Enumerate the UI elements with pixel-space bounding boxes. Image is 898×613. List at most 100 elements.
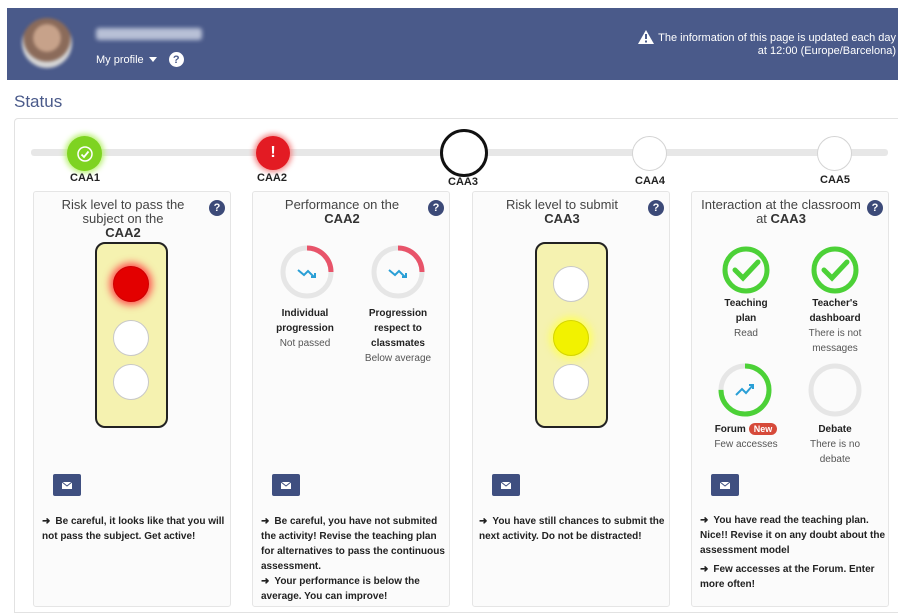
item-name: Teaching: [724, 298, 768, 309]
card-title: Performance on the CAA2: [259, 198, 425, 226]
timeline-node-caa1[interactable]: [67, 136, 102, 171]
card-risk-pass: Risk level to pass the subject on the CA…: [33, 191, 231, 607]
card-title-text: Risk level to submit: [506, 197, 618, 212]
card-message: ➜ Be careful, you have not submited the a…: [261, 514, 449, 604]
timeline-node-caa5[interactable]: [817, 136, 852, 171]
message-item: ➜ Be careful, you have not submited the a…: [261, 514, 449, 574]
timeline-node-caa4[interactable]: [632, 136, 667, 171]
avatar[interactable]: [22, 18, 72, 68]
card-risk-submit: Risk level to submit CAA3 ? ➜ You have st…: [472, 191, 670, 607]
envelope-icon: [501, 481, 511, 489]
card-message-text: Few accesses at the Forum. Enter more of…: [700, 564, 875, 590]
help-icon[interactable]: ?: [867, 200, 883, 216]
card-message-text: Your performance is below the average. Y…: [261, 576, 420, 602]
card-title: Risk level to submit CAA3: [479, 198, 645, 226]
gauge-label-classmates: Progression respect to classmates Below …: [358, 306, 438, 366]
lamp-off: [113, 364, 149, 400]
info-line-2: at 12:00 (Europe/Barcelona): [757, 45, 896, 57]
card-title: Risk level to pass the subject on the CA…: [40, 198, 206, 240]
arrow-right-icon: ➜: [261, 576, 270, 587]
gauge-status: Below average: [364, 353, 432, 364]
arrow-right-icon: ➜: [479, 516, 488, 527]
gauge-individual-progression: [280, 245, 334, 299]
item-forum[interactable]: Forum New Few accesses: [702, 422, 790, 452]
timeline-node-caa3[interactable]: [440, 129, 488, 177]
gauge-label-individual: Individual progression Not passed: [265, 306, 345, 351]
item-status: debate: [819, 454, 851, 465]
check-icon: [722, 246, 770, 294]
message-item: ➜ Few accesses at the Forum. Enter more o…: [700, 562, 888, 592]
timeline-node-caa2[interactable]: !: [256, 136, 290, 170]
new-badge: New: [748, 423, 778, 435]
item-debate[interactable]: Debate There is no debate: [795, 422, 875, 467]
lamp-yellow-on: [553, 320, 589, 356]
card-message: ➜ You have still chances to submit the ne…: [479, 514, 669, 544]
lamp-off: [553, 266, 589, 302]
card-title-text: Risk level to pass the subject on the: [61, 197, 185, 226]
page-title: Status: [14, 92, 63, 111]
message-item: ➜ You have read the teaching plan. Nice!!…: [700, 513, 888, 558]
item-status: Read: [734, 328, 758, 339]
lamp-off: [553, 364, 589, 400]
item-teaching-plan[interactable]: Teaching plan Read: [706, 296, 786, 341]
card-message: ➜ You have read the teaching plan. Nice!!…: [700, 513, 888, 592]
card-message-text: You have still chances to submit the nex…: [479, 516, 665, 542]
caret-down-icon[interactable]: [148, 57, 157, 62]
my-profile-label[interactable]: My profile: [96, 54, 144, 66]
item-status: messages: [812, 343, 858, 354]
envelope-icon: [720, 481, 730, 489]
gauge-status: Not passed: [279, 338, 331, 349]
email-button[interactable]: [53, 474, 81, 496]
card-message-text: Be careful, it looks like that you will …: [42, 516, 225, 542]
arrow-right-icon: ➜: [42, 516, 51, 527]
update-info: The information of this page is updated …: [638, 30, 896, 58]
help-icon[interactable]: ?: [168, 52, 184, 67]
email-button[interactable]: [711, 474, 739, 496]
debate-empty-icon: [808, 363, 862, 417]
card-performance: Performance on the CAA2 ? Individual pro…: [252, 191, 450, 607]
item-status: There is not: [808, 328, 862, 339]
check-icon: [811, 246, 859, 294]
card-interaction: Interaction at the classroom at CAA3 ? T…: [691, 191, 889, 607]
info-line-1: The information of this page is updated …: [658, 32, 896, 44]
lamp-off: [113, 320, 149, 356]
user-name-blurred: [96, 28, 202, 40]
card-title-activity: CAA2: [105, 225, 141, 240]
arrow-right-icon: ➜: [700, 564, 709, 575]
item-name: plan: [735, 313, 757, 324]
top-header: My profile ? The information of this pag…: [7, 8, 898, 80]
item-name: Debate: [818, 424, 852, 435]
timeline-label-caa2: CAA2: [257, 172, 287, 184]
timeline-label-caa3: CAA3: [448, 176, 478, 188]
help-icon[interactable]: ?: [648, 200, 664, 216]
email-button[interactable]: [492, 474, 520, 496]
item-status: There is no: [809, 439, 861, 450]
forum-trend-icon: [718, 363, 772, 417]
envelope-icon: [281, 481, 291, 489]
gauge-name: Progression respect to classmates: [368, 308, 428, 349]
gauge-name: Individual progression: [276, 308, 334, 334]
item-teacher-dashboard[interactable]: Teacher's dashboard There is not message…: [795, 296, 875, 356]
traffic-light: [95, 242, 168, 428]
traffic-light: [535, 242, 608, 428]
timeline-label-caa4: CAA4: [635, 175, 665, 187]
help-icon[interactable]: ?: [209, 200, 225, 216]
help-icon[interactable]: ?: [428, 200, 444, 216]
message-item: ➜ Your performance is below the average. …: [261, 574, 449, 604]
item-name: dashboard: [809, 313, 861, 324]
card-title: Interaction at the classroom at CAA3: [698, 198, 864, 226]
card-title-text: Performance on the: [284, 197, 400, 212]
envelope-icon: [62, 481, 72, 489]
lamp-red-on: [113, 266, 149, 302]
arrow-right-icon: ➜: [700, 515, 709, 526]
card-title-activity: CAA3: [544, 211, 580, 226]
email-button[interactable]: [272, 474, 300, 496]
item-name: Teacher's: [812, 298, 858, 309]
gauge-classmates-progression: [371, 245, 425, 299]
check-icon: [76, 145, 93, 162]
warning-icon: [638, 30, 655, 44]
exclamation-icon: !: [270, 144, 276, 161]
timeline-label-caa5: CAA5: [820, 174, 850, 186]
my-profile-menu[interactable]: My profile ?: [96, 52, 184, 67]
card-title-activity: CAA2: [324, 211, 360, 226]
